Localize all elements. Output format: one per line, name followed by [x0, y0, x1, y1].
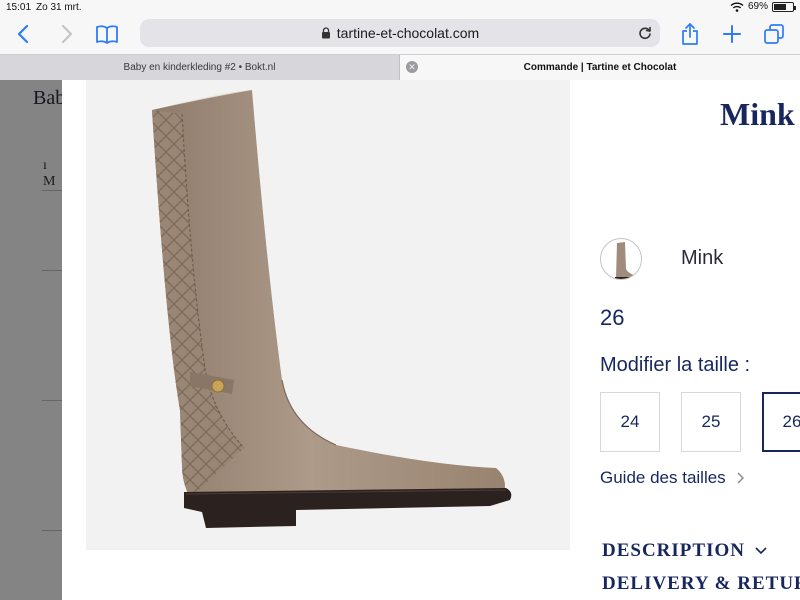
status-date: Zo 31 mrt.	[36, 2, 82, 13]
delivery-toggle[interactable]: DELIVERY & RETURNS	[602, 573, 800, 595]
share-button[interactable]	[678, 22, 702, 46]
modal-backdrop[interactable]	[0, 80, 62, 600]
back-icon	[17, 25, 29, 43]
forward-button[interactable]	[56, 22, 78, 46]
add-tab-icon	[723, 25, 741, 43]
delivery-label: DELIVERY & RETURNS	[602, 573, 800, 594]
tab-title: Commande | Tartine et Chocolat	[523, 62, 677, 73]
status-bar: 15:01 Zo 31 mrt. 69%	[0, 0, 800, 16]
browser-toolbar: tartine-et-chocolat.com	[0, 16, 800, 54]
battery-fill	[774, 3, 787, 10]
selected-size: 26	[600, 305, 625, 330]
new-tab-button[interactable]	[720, 22, 744, 46]
reload-icon[interactable]	[638, 26, 652, 40]
tabs-overview-button[interactable]	[762, 22, 786, 46]
lock-icon	[321, 27, 330, 39]
size-option-24[interactable]: 24	[600, 392, 660, 452]
wifi-icon	[730, 2, 744, 12]
tab-tartine[interactable]: ✕ Commande | Tartine et Chocolat	[400, 55, 800, 80]
battery-percent: 69%	[747, 1, 768, 12]
tab-title: Baby en kinderkleding #2 • Bokt.nl	[123, 62, 276, 73]
boot-thumbnail	[615, 242, 635, 279]
description-label: DESCRIPTION	[602, 540, 745, 561]
description-toggle[interactable]: DESCRIPTION	[602, 540, 767, 562]
tabs-overview-icon	[764, 24, 784, 44]
status-time: 15:01	[6, 2, 32, 13]
size-guide-label: Guide des tailles	[600, 468, 726, 487]
back-button[interactable]	[12, 22, 34, 46]
product-title: Mink	[720, 96, 795, 132]
forward-icon	[61, 25, 73, 43]
tab-bar: Baby en kinderkleding #2 • Bokt.nl ✕ Com…	[0, 54, 800, 80]
bookmarks-icon	[96, 25, 118, 44]
color-name: Mink	[681, 247, 724, 269]
web-page: Bab ı M Mink Mink 26 Modifier la taille …	[0, 80, 800, 600]
size-option-26[interactable]: 26	[762, 392, 800, 452]
bookmarks-button[interactable]	[94, 22, 120, 46]
chevron-down-icon	[755, 547, 767, 555]
status-right: 69%	[730, 1, 796, 12]
boot-illustration	[152, 90, 512, 528]
tab-bokt[interactable]: Baby en kinderkleding #2 • Bokt.nl	[0, 55, 400, 80]
size-guide-link[interactable]: Guide des tailles	[600, 468, 744, 488]
battery-icon	[772, 1, 796, 12]
url-bar[interactable]: tartine-et-chocolat.com	[140, 19, 660, 47]
size-option-25[interactable]: 25	[681, 392, 741, 452]
product-modal: Mink Mink 26 Modifier la taille : 24 25 …	[62, 80, 800, 600]
modify-size-label: Modifier la taille :	[600, 354, 751, 376]
url-text: tartine-et-chocolat.com	[336, 25, 480, 41]
chevron-right-icon	[737, 472, 744, 484]
share-icon	[682, 23, 698, 45]
product-image	[86, 80, 570, 550]
color-swatch[interactable]	[600, 238, 642, 280]
close-tab-icon[interactable]: ✕	[406, 61, 418, 73]
